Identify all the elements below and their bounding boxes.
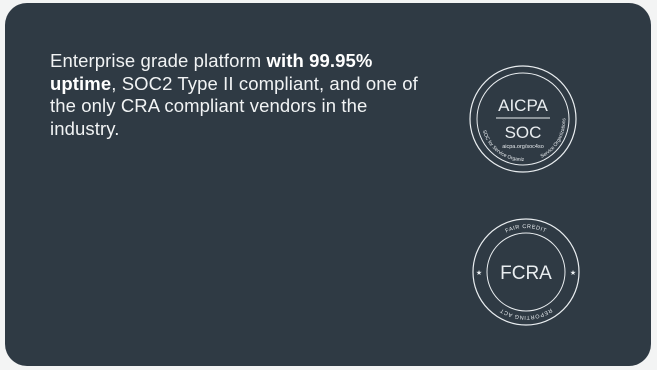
star-icon-left: ★ [476, 269, 482, 277]
compliance-description: Enterprise grade platform with 99.95% up… [50, 50, 430, 140]
fcra-label: FCRA [500, 263, 552, 284]
fcra-arc-bottom-text: REPORTING ACT [499, 307, 553, 320]
soc-label: SOC [505, 123, 542, 142]
badge-outer-ring [469, 65, 577, 173]
fcra-badge: FCRA FAIR CREDIT REPORTING ACT ★ ★ [472, 218, 580, 326]
feature-card: Enterprise grade platform with 99.95% up… [5, 3, 651, 366]
badge-inner-ring [476, 72, 570, 166]
description-lead: Enterprise grade platform [50, 50, 267, 71]
aicpa-url: aicpa.org/soc4so [502, 144, 544, 150]
aicpa-soc-badge: AICPA SOC aicpa.org/soc4so SOC for Servi… [467, 63, 577, 173]
aicpa-label: AICPA [498, 96, 548, 115]
star-icon-right: ★ [570, 269, 576, 277]
fcra-arc-bottom-path: REPORTING ACT [499, 307, 552, 320]
